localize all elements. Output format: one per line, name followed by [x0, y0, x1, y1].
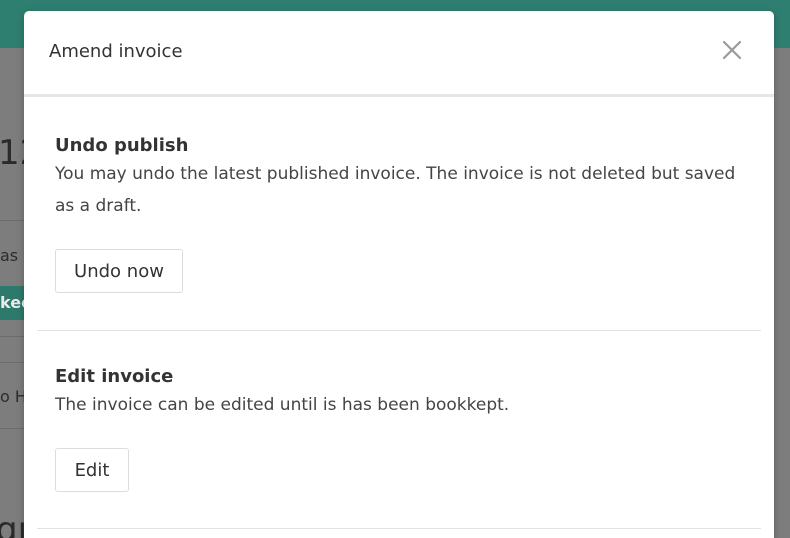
close-button[interactable] [720, 38, 744, 62]
section-divider [37, 330, 761, 331]
edit-button[interactable]: Edit [55, 448, 129, 492]
section-text-edit-invoice: The invoice can be edited until is has b… [55, 395, 510, 415]
modal-header: Amend invoice [24, 11, 774, 97]
section-title-undo-publish: Undo publish [55, 135, 189, 156]
background-text: as [0, 246, 19, 265]
section-text-undo-publish: You may undo the latest published invoic… [55, 164, 736, 216]
undo-now-button[interactable]: Undo now [55, 249, 183, 293]
amend-invoice-modal: Amend invoice Undo publish You may undo … [24, 11, 774, 538]
background-text: o H [0, 387, 27, 406]
modal-title: Amend invoice [49, 41, 183, 62]
page: 12 as kee o H gı Amend invoice Undo publ… [0, 0, 790, 538]
background-heading-bottom: gı [0, 510, 28, 538]
close-icon [722, 40, 742, 60]
section-title-edit-invoice: Edit invoice [55, 366, 174, 387]
section-divider [37, 528, 761, 529]
